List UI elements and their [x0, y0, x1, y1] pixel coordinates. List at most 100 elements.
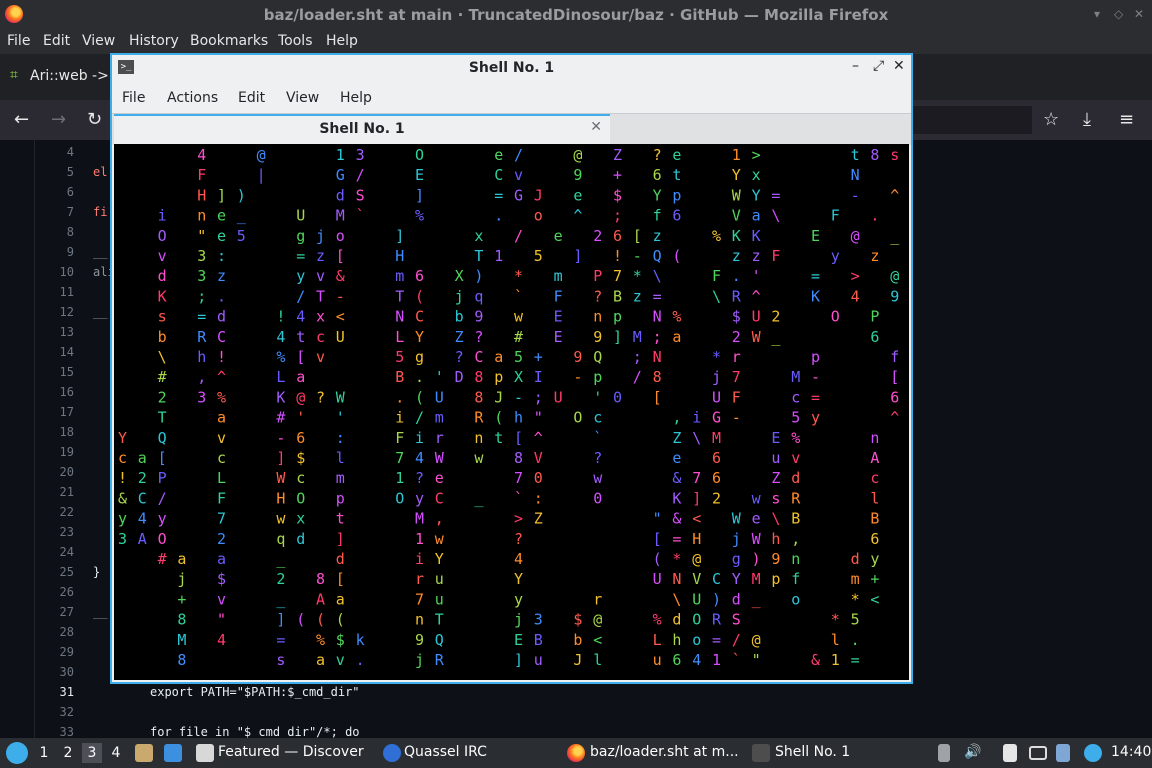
workspace-1[interactable]: 1 [34, 743, 54, 763]
matrix-glyph: v [336, 651, 345, 669]
matrix-glyph: Q [593, 348, 602, 366]
forward-icon[interactable]: → [51, 109, 66, 130]
clipboard-icon[interactable] [938, 744, 950, 762]
workspace-3[interactable]: 3 [82, 743, 102, 763]
menu-help[interactable]: Help [326, 33, 358, 49]
workspace-2[interactable]: 2 [58, 743, 78, 763]
matrix-glyph: _ [237, 207, 247, 225]
matrix-glyph: % [276, 348, 285, 366]
matrix-glyph: P [158, 469, 167, 487]
menu-file[interactable]: File [7, 33, 30, 49]
bookmark-star-icon[interactable]: ☆ [1043, 109, 1059, 130]
matrix-glyph: $ [613, 186, 622, 204]
file-manager-icon[interactable] [135, 744, 153, 762]
matrix-glyph: K [158, 287, 167, 305]
notification-icon[interactable] [1056, 744, 1070, 762]
matrix-glyph: 5 [791, 409, 800, 427]
matrix-glyph: 8 [514, 449, 523, 467]
konsole-menu-edit[interactable]: Edit [238, 90, 265, 106]
matrix-glyph: $ [732, 308, 741, 326]
menu-tools[interactable]: Tools [278, 33, 313, 49]
matrix-glyph: m [395, 267, 404, 285]
menu-edit[interactable]: Edit [43, 33, 70, 49]
matrix-glyph: e [217, 227, 226, 245]
matrix-glyph: y [296, 267, 305, 285]
line-number: 27 [59, 605, 74, 619]
matrix-glyph: R [791, 489, 801, 507]
matrix-glyph: - [514, 388, 523, 406]
matrix-glyph: F [554, 287, 563, 305]
menu-view[interactable]: View [82, 33, 115, 49]
matrix-glyph: A [316, 590, 325, 608]
matrix-glyph: 8 [177, 651, 186, 669]
matrix-glyph: ] [514, 651, 523, 669]
task-quassel[interactable]: Quassel IRC [404, 744, 487, 760]
download-icon[interactable]: ⤓ [1083, 109, 1091, 130]
menu-bookmarks[interactable]: Bookmarks [190, 33, 268, 49]
task-discover[interactable]: Featured — Discover [218, 744, 364, 760]
volume-icon[interactable]: 🔊 [964, 744, 981, 760]
close-icon[interactable]: ✕ [1134, 7, 1144, 21]
konsole-menu-file[interactable]: File [122, 90, 145, 106]
matrix-glyph: + [613, 166, 622, 184]
minimize-icon[interactable]: ▾ [1094, 7, 1100, 21]
matrix-glyph: 2 [276, 570, 285, 588]
matrix-glyph: B [613, 287, 622, 305]
konsole-menu-actions[interactable]: Actions [167, 90, 218, 106]
hamburger-menu-icon[interactable]: ≡ [1119, 109, 1134, 130]
network-icon[interactable] [1084, 744, 1102, 762]
matrix-glyph: r [593, 590, 602, 608]
notes-icon[interactable] [1003, 744, 1017, 762]
workspace-4[interactable]: 4 [106, 743, 126, 763]
task-firefox[interactable]: baz/loader.sht at m... [590, 744, 739, 760]
matrix-glyph: E [554, 308, 563, 326]
matrix-glyph: @ [890, 267, 899, 285]
matrix-glyph: Z [455, 328, 464, 346]
matrix-glyph: 4 [514, 550, 523, 568]
matrix-glyph: 9 [771, 550, 780, 568]
matrix-glyph: R [197, 328, 207, 346]
matrix-glyph: = [276, 631, 285, 649]
matrix-glyph: 2 [217, 530, 226, 548]
matrix-glyph: e [494, 146, 503, 164]
minimize-icon[interactable]: – [852, 58, 859, 74]
matrix-glyph: ] [276, 611, 285, 629]
matrix-glyph: K [732, 227, 741, 245]
terminal-output[interactable]: 4@13Oe/@Z?e1>t8s,QF|G/ECv9+6tYxNkH])dS]=… [114, 144, 909, 680]
matrix-glyph: * [851, 590, 860, 608]
matrix-glyph: ; [653, 328, 662, 346]
maximize-icon[interactable]: ⤢ [873, 58, 884, 74]
matrix-glyph: ? [653, 146, 662, 164]
close-icon[interactable]: ✕ [893, 58, 905, 74]
matrix-glyph: 0 [593, 489, 602, 507]
matrix-rain: 4@13Oe/@Z?e1>t8s,QF|G/ECv9+6tYxNkH])dS]=… [118, 146, 900, 669]
matrix-glyph: y [415, 489, 424, 507]
matrix-glyph: m [435, 409, 444, 427]
firefox-tab[interactable]: ⌗ Ari::web -> [4, 62, 116, 92]
matrix-glyph: Y [435, 550, 444, 568]
konsole-menu-view[interactable]: View [286, 90, 319, 106]
tab-close-icon[interactable]: ✕ [590, 119, 602, 135]
app-launcher-icon[interactable] [6, 742, 28, 764]
matrix-glyph: ! [118, 469, 127, 487]
matrix-glyph: y [158, 510, 167, 528]
konsole-tab[interactable]: Shell No. 1 ✕ [114, 114, 610, 144]
display-icon[interactable] [1029, 746, 1047, 760]
matrix-glyph: a [217, 550, 226, 568]
matrix-glyph: 7 [732, 368, 741, 386]
matrix-glyph: K [672, 489, 681, 507]
desktop-icon[interactable] [164, 744, 182, 762]
url-bar[interactable] [912, 106, 1032, 134]
maximize-icon[interactable]: ◇ [1114, 7, 1123, 21]
matrix-glyph: T [474, 247, 483, 265]
reload-icon[interactable]: ↻ [87, 109, 102, 130]
matrix-glyph: a [316, 651, 325, 669]
matrix-glyph: Q [653, 247, 662, 265]
back-icon[interactable]: ← [14, 109, 29, 130]
menu-history[interactable]: History [129, 33, 179, 49]
task-shell[interactable]: Shell No. 1 [775, 744, 850, 760]
line-number: 22 [59, 505, 74, 519]
konsole-menu-help[interactable]: Help [340, 90, 372, 106]
matrix-glyph: ! [613, 247, 622, 265]
matrix-glyph: 1 [336, 146, 345, 164]
